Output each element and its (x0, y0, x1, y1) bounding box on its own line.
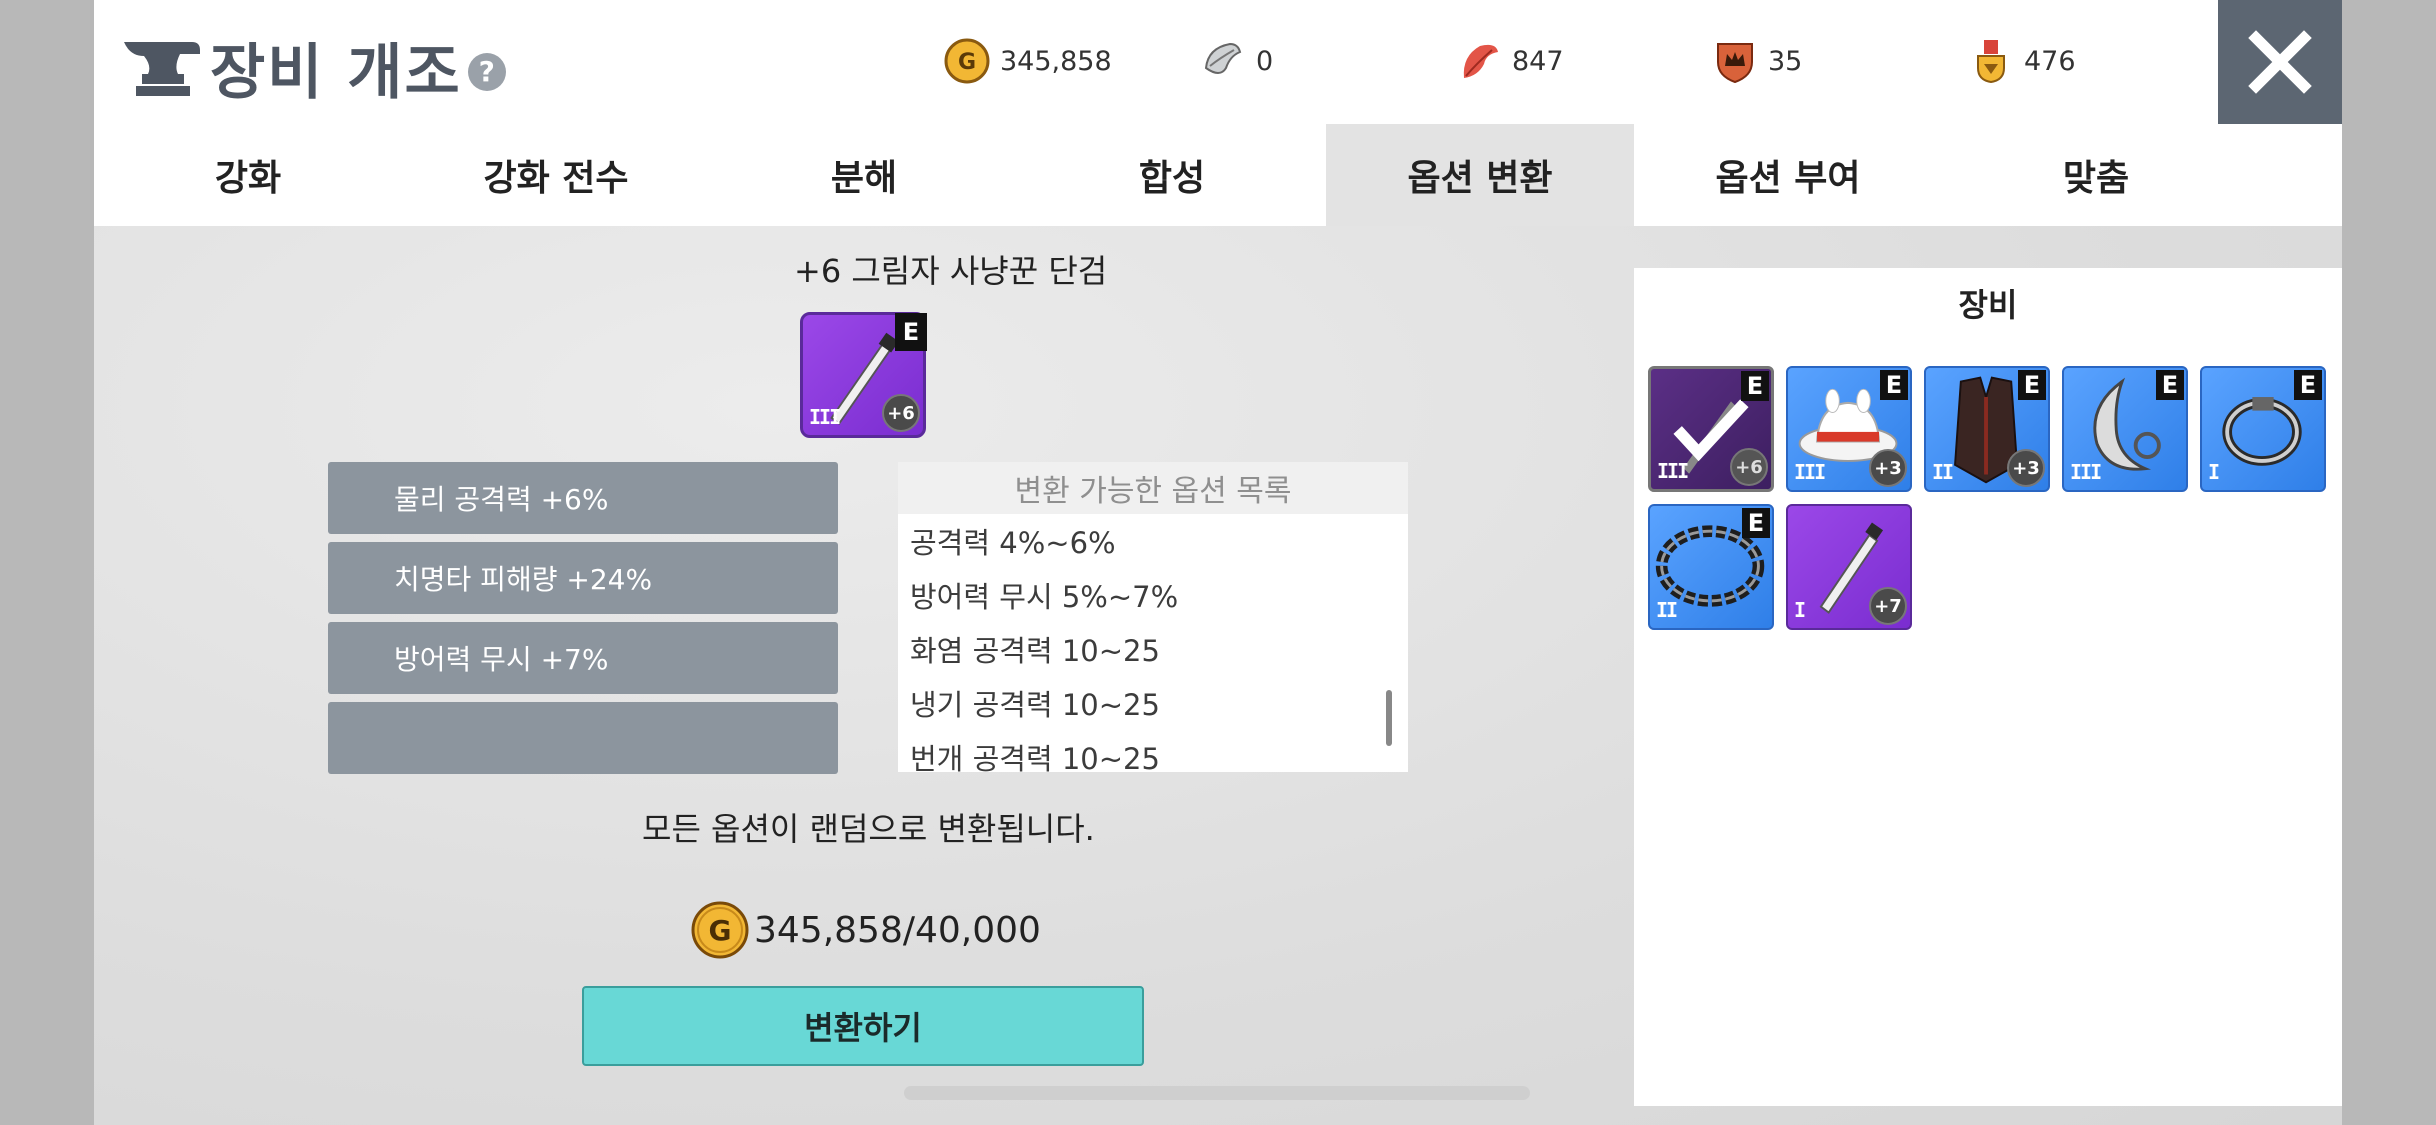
gold-medal-icon (1977, 40, 2005, 84)
currency-medal-value: 476 (2024, 45, 2076, 77)
close-icon (2248, 30, 2312, 94)
option-slot-2: 치명타 피해량 +24% (328, 542, 838, 614)
option-list-item: 냉기 공격력 10~25 (910, 688, 1160, 722)
option-list-item: 공격력 4%~6% (910, 526, 1116, 560)
currency-feather-value: 847 (1512, 45, 1564, 77)
option-list-item: 화염 공격력 10~25 (910, 634, 1160, 668)
equipped-badge: E (895, 313, 927, 351)
tab-disassemble[interactable]: 분해 (710, 124, 1018, 226)
item-tier: I (2208, 460, 2220, 484)
item-level-badge: +7 (1869, 587, 1907, 625)
selected-item-icon[interactable]: E III +6 (800, 312, 927, 438)
currency-gold: G 345,858 (944, 38, 1112, 84)
equipped-badge: E (2018, 370, 2046, 400)
option-list-item: 번개 공격력 10~25 (910, 742, 1160, 772)
currency-silver: 0 (1200, 38, 1273, 84)
item-tier: III (1657, 459, 1689, 483)
equipped-badge: E (2156, 370, 2184, 400)
option-list-item: 방어력 무시 5%~7% (910, 580, 1179, 614)
equipment-panel: 장비 E III +6 E III +3 E II +3 E III E I E… (1634, 268, 2342, 1106)
convert-notice: 모든 옵션이 랜덤으로 변환됩니다. (642, 810, 1095, 848)
option-slot-1: 물리 공격력 +6% (328, 462, 838, 534)
title-group: 장비 개조 ? (122, 24, 506, 111)
silver-leaf-icon (1204, 42, 1242, 74)
equipment-slot-vest[interactable]: E II +3 (1924, 366, 2050, 492)
gold-coin-symbol: G (958, 50, 976, 75)
item-tier: III (1794, 460, 1826, 484)
equipment-modify-window: 장비 개조 ? G 345,858 0 847 35 476 강화 강화 전수 … (94, 0, 2342, 1125)
convert-cost: G 345,858/40,000 (690, 900, 1041, 960)
gold-coin-icon: G (944, 38, 990, 84)
tab-enhance[interactable]: 강화 (94, 124, 402, 226)
item-tier: III (809, 405, 841, 429)
tab-synthesis[interactable]: 합성 (1018, 124, 1326, 226)
equipment-panel-title: 장비 (1958, 286, 2018, 324)
equipment-slot-dagger[interactable]: E III +6 (1648, 366, 1774, 492)
equipped-badge: E (1880, 370, 1908, 400)
currency-feather: 847 (1456, 38, 1564, 84)
currency-shield-value: 35 (1768, 45, 1803, 77)
currency-silver-value: 0 (1256, 45, 1274, 77)
tab-option-grant[interactable]: 옵션 부여 (1634, 124, 1942, 226)
tab-enhance-transfer[interactable]: 강화 전수 (402, 124, 710, 226)
equipped-badge: E (1741, 371, 1769, 401)
option-slot-3: 방어력 무시 +7% (328, 622, 838, 694)
equipment-slot-earring[interactable]: E III (2062, 366, 2188, 492)
cost-coin-symbol: G (709, 914, 732, 947)
item-tier: II (1656, 598, 1678, 622)
main-content: +6 그림자 사냥꾼 단검 E III +6 물리 공격력 +6% 치명타 피해… (94, 226, 2342, 1125)
equipment-slot-purple-dagger[interactable]: I +7 (1786, 504, 1912, 630)
equipment-slot-necklace[interactable]: E II (1648, 504, 1774, 630)
convertible-option-list[interactable]: 변환 가능한 옵션 목록 공격력 4%~6% 방어력 무시 5%~7% 화염 공… (898, 462, 1408, 772)
gold-coin-icon: G (691, 901, 749, 959)
tab-bar: 강화 강화 전수 분해 합성 옵션 변환 옵션 부여 맞춤 (94, 124, 2342, 226)
page-title: 장비 개조 (210, 38, 462, 108)
close-button[interactable] (2218, 0, 2342, 124)
crown-shield-icon (1717, 43, 1753, 84)
option-slot-4 (328, 702, 838, 774)
equipment-slot-bracelet[interactable]: E I (2200, 366, 2326, 492)
equipped-badge: E (1742, 508, 1770, 538)
currency-gold-value: 345,858 (1000, 45, 1112, 77)
cost-text: 345,858/40,000 (754, 909, 1041, 951)
item-level-badge: +6 (1730, 448, 1768, 486)
item-tier: II (1932, 460, 1954, 484)
help-icon[interactable]: ? (467, 52, 506, 91)
item-level-badge: +3 (2007, 449, 2045, 487)
option-list-scrollbar[interactable] (1386, 690, 1392, 746)
currency-shield: 35 (1712, 38, 1802, 84)
item-tier: III (2070, 460, 2102, 484)
red-feather-icon (1463, 44, 1498, 78)
tab-option-convert[interactable]: 옵션 변환 (1326, 124, 1634, 226)
item-level-badge: +3 (1869, 449, 1907, 487)
header-bar: 장비 개조 ? G 345,858 0 847 35 476 (94, 0, 2342, 124)
item-level-badge: +6 (882, 394, 920, 432)
item-name: +6 그림자 사냥꾼 단검 (794, 252, 1108, 290)
equipped-badge: E (2294, 370, 2322, 400)
currency-medal: 476 (1968, 38, 2076, 84)
tab-custom[interactable]: 맞춤 (1942, 124, 2250, 226)
item-tier: I (1794, 598, 1806, 622)
option-list-header: 변환 가능한 옵션 목록 (898, 462, 1408, 514)
equipment-slot-hat[interactable]: E III +3 (1786, 366, 1912, 492)
horizontal-scrollbar[interactable] (904, 1086, 1530, 1100)
convert-button[interactable]: 변환하기 (582, 986, 1144, 1066)
anvil-icon (124, 41, 200, 96)
